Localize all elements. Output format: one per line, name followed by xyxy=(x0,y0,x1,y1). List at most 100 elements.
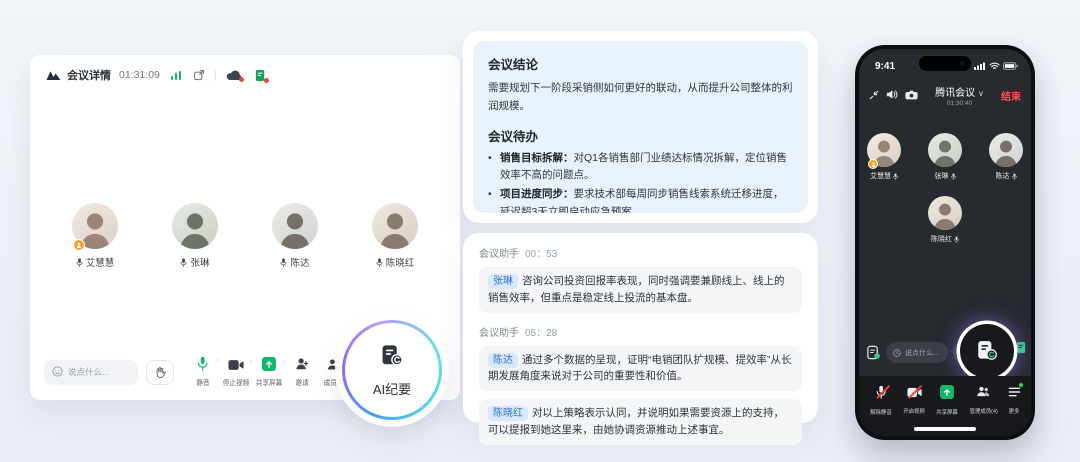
meeting-assistant-card: 会议助手00：53 张琳咨询公司投资回报率表现，同时强调要兼顾线上、线上的销售效… xyxy=(463,233,818,423)
avatar xyxy=(989,133,1023,167)
phone-participant-grid: 艾慧慧 张琳 陈达 xyxy=(859,133,1031,244)
participant-name: 张琳 xyxy=(190,255,209,269)
minimize-icon[interactable] xyxy=(869,87,879,105)
participant-name: 陈晓红 xyxy=(386,255,415,269)
avatar xyxy=(372,203,418,249)
battery-icon xyxy=(1003,57,1018,75)
speaker-badge: 张琳 xyxy=(488,274,518,289)
todo-lead: 项目进度同步： xyxy=(500,188,574,200)
cellular-icon xyxy=(974,57,986,75)
host-badge-icon xyxy=(868,159,878,169)
meeting-titlebar: 会议详情 01:31:09 xyxy=(30,55,460,83)
avatar xyxy=(928,133,962,167)
meeting-logo-icon xyxy=(46,70,61,81)
phone-screen: 9:41 xyxy=(859,49,1031,436)
minutes-doc-icon[interactable] xyxy=(254,69,267,82)
message-text: 通过多个数据的呈现，证明“电销团队扩规模、提效率”从长期发展角度来说对于公司的重… xyxy=(488,354,792,383)
participant-tile[interactable]: 陈晓红 xyxy=(359,203,431,269)
chat-input[interactable]: 说点什么... xyxy=(44,360,138,385)
phone-meeting-timer: 01:30:40 xyxy=(947,100,972,107)
mic-icon xyxy=(1012,173,1017,180)
camera-off-icon xyxy=(907,385,922,403)
meeting-timer: 01:31:09 xyxy=(119,69,160,81)
emoji-icon xyxy=(52,366,63,379)
participant-tile[interactable]: 陈达 xyxy=(259,203,331,269)
assistant-section-label: 会议助手05：28 xyxy=(479,324,802,339)
minutes-doc-icon[interactable] xyxy=(1015,341,1028,360)
members-icon xyxy=(327,358,342,376)
avatar xyxy=(272,203,318,249)
participant-tile[interactable]: 陈晓红 xyxy=(922,196,968,244)
open-external-icon[interactable] xyxy=(193,69,205,81)
page: 会议详情 01:31:09 xyxy=(0,0,1080,462)
chevron-down-icon: ∨ xyxy=(978,89,984,98)
invite-button[interactable]: 邀请 xyxy=(286,357,317,389)
assistant-message: 陈达通过多个数据的呈现，证明“电销团队扩规模、提效率”从长期发展角度来说对于公司… xyxy=(479,346,802,392)
mic-icon xyxy=(893,173,898,180)
phone-share-screen-button[interactable]: 共享屏幕 xyxy=(935,385,959,416)
todo-item: • 销售目标拆解：对Q1各销售部门业绩达标情况拆解，定位销售效率不高的问题点。 xyxy=(488,150,793,185)
more-button[interactable]: 更多 xyxy=(1008,385,1021,415)
assistant-message: 陈晓红对以上策略表示认同，并说明如果需要资源上的支持，可以提报到她这里来，由她协… xyxy=(479,399,802,445)
todo-title: 会议待办 xyxy=(488,126,793,145)
stop-video-button[interactable]: ˆ 停止视频 xyxy=(220,358,251,389)
participant-tile[interactable]: 张琳 xyxy=(922,133,968,181)
assistant-message: 张琳咨询公司投资回报率表现，同时强调要兼顾线上、线上的销售效率，但重点是稳定线上… xyxy=(479,267,802,313)
minutes-doc-icon[interactable] xyxy=(866,345,881,360)
participant-name: 陈达 xyxy=(996,171,1010,181)
share-screen-button[interactable]: ˆ 共享屏幕 xyxy=(253,357,284,389)
conclusion-title: 会议结论 xyxy=(488,54,793,73)
conclusion-text: 需要规划下一阶段采销侧如何更好的联动，从而提升公司整体的利润规模。 xyxy=(488,80,793,116)
message-text: 咨询公司投资回报率表现，同时强调要兼顾线上、线上的销售效率，但重点是稳定线上投流… xyxy=(488,275,785,304)
camera-icon xyxy=(228,358,244,376)
phone-meeting-header: 腾讯会议 ∨ 01:30:40 结束 xyxy=(859,75,1031,111)
participant-name: 张琳 xyxy=(935,171,949,181)
todo-item: • 项目进度同步：要求技术部每周同步销售线索系统迁移进度，延迟超3天立即启动应急… xyxy=(488,186,793,213)
phone-chat-input[interactable]: 说点什么... xyxy=(886,342,948,363)
todo-lead: 销售目标拆解： xyxy=(500,152,574,164)
ai-minutes-icon xyxy=(379,343,405,374)
phone-mockup: 9:41 xyxy=(855,45,1035,440)
phone-chat-placeholder: 说点什么... xyxy=(905,348,939,358)
mic-icon xyxy=(954,236,959,243)
participant-tile[interactable]: 张琳 xyxy=(159,203,231,269)
participant-tile[interactable]: 陈达 xyxy=(983,133,1029,181)
manage-members-button[interactable]: 管理成员(4) xyxy=(968,385,999,415)
dynamic-island xyxy=(919,56,971,71)
end-meeting-button[interactable]: 结束 xyxy=(1001,88,1021,103)
chat-input-placeholder: 说点什么... xyxy=(68,366,109,378)
speaker-badge: 陈晓红 xyxy=(488,406,528,421)
ai-minutes-badge[interactable]: AI纪要 xyxy=(342,320,442,420)
assistant-timestamp: 05：28 xyxy=(525,324,557,339)
phone-ai-minutes-button[interactable] xyxy=(960,324,1014,378)
mic-icon xyxy=(951,173,956,180)
todo-list: • 销售目标拆解：对Q1各销售部门业绩达标情况拆解，定位销售效率不高的问题点。 … xyxy=(488,150,793,213)
mic-icon xyxy=(180,258,187,267)
host-badge-icon xyxy=(73,239,85,251)
raise-hand-button[interactable] xyxy=(146,360,174,385)
mic-icon xyxy=(76,258,83,267)
more-icon xyxy=(1008,385,1021,403)
camera-flip-icon[interactable] xyxy=(905,87,918,105)
start-video-button[interactable]: 开启视频 xyxy=(902,385,926,415)
cloud-record-icon[interactable] xyxy=(226,69,242,81)
members-icon xyxy=(976,385,990,403)
titlebar-divider xyxy=(215,70,216,81)
mic-icon xyxy=(376,258,383,267)
invite-icon xyxy=(295,357,309,376)
mic-icon xyxy=(280,258,287,267)
phone-meeting-title[interactable]: 腾讯会议 ∨ xyxy=(935,84,984,99)
ai-minutes-label: AI纪要 xyxy=(373,379,411,398)
unmute-button[interactable]: 解除静音 xyxy=(869,385,893,416)
meeting-summary-card: 会议结论 需要规划下一阶段采销侧如何更好的联动，从而提升公司整体的利润规模。 会… xyxy=(463,31,818,223)
meeting-detail-label[interactable]: 会议详情 xyxy=(67,67,111,83)
wifi-icon xyxy=(989,57,1000,75)
assistant-section-label: 会议助手00：53 xyxy=(479,245,802,260)
participant-tile[interactable]: 艾慧慧 xyxy=(59,203,131,269)
mic-muted-icon xyxy=(875,385,887,404)
mute-button[interactable]: ˆ 静音 xyxy=(187,356,218,389)
share-screen-icon xyxy=(940,385,954,404)
network-signal-icon xyxy=(171,71,182,80)
participant-tile[interactable]: 艾慧慧 xyxy=(861,133,907,181)
speaker-icon[interactable] xyxy=(886,87,898,105)
